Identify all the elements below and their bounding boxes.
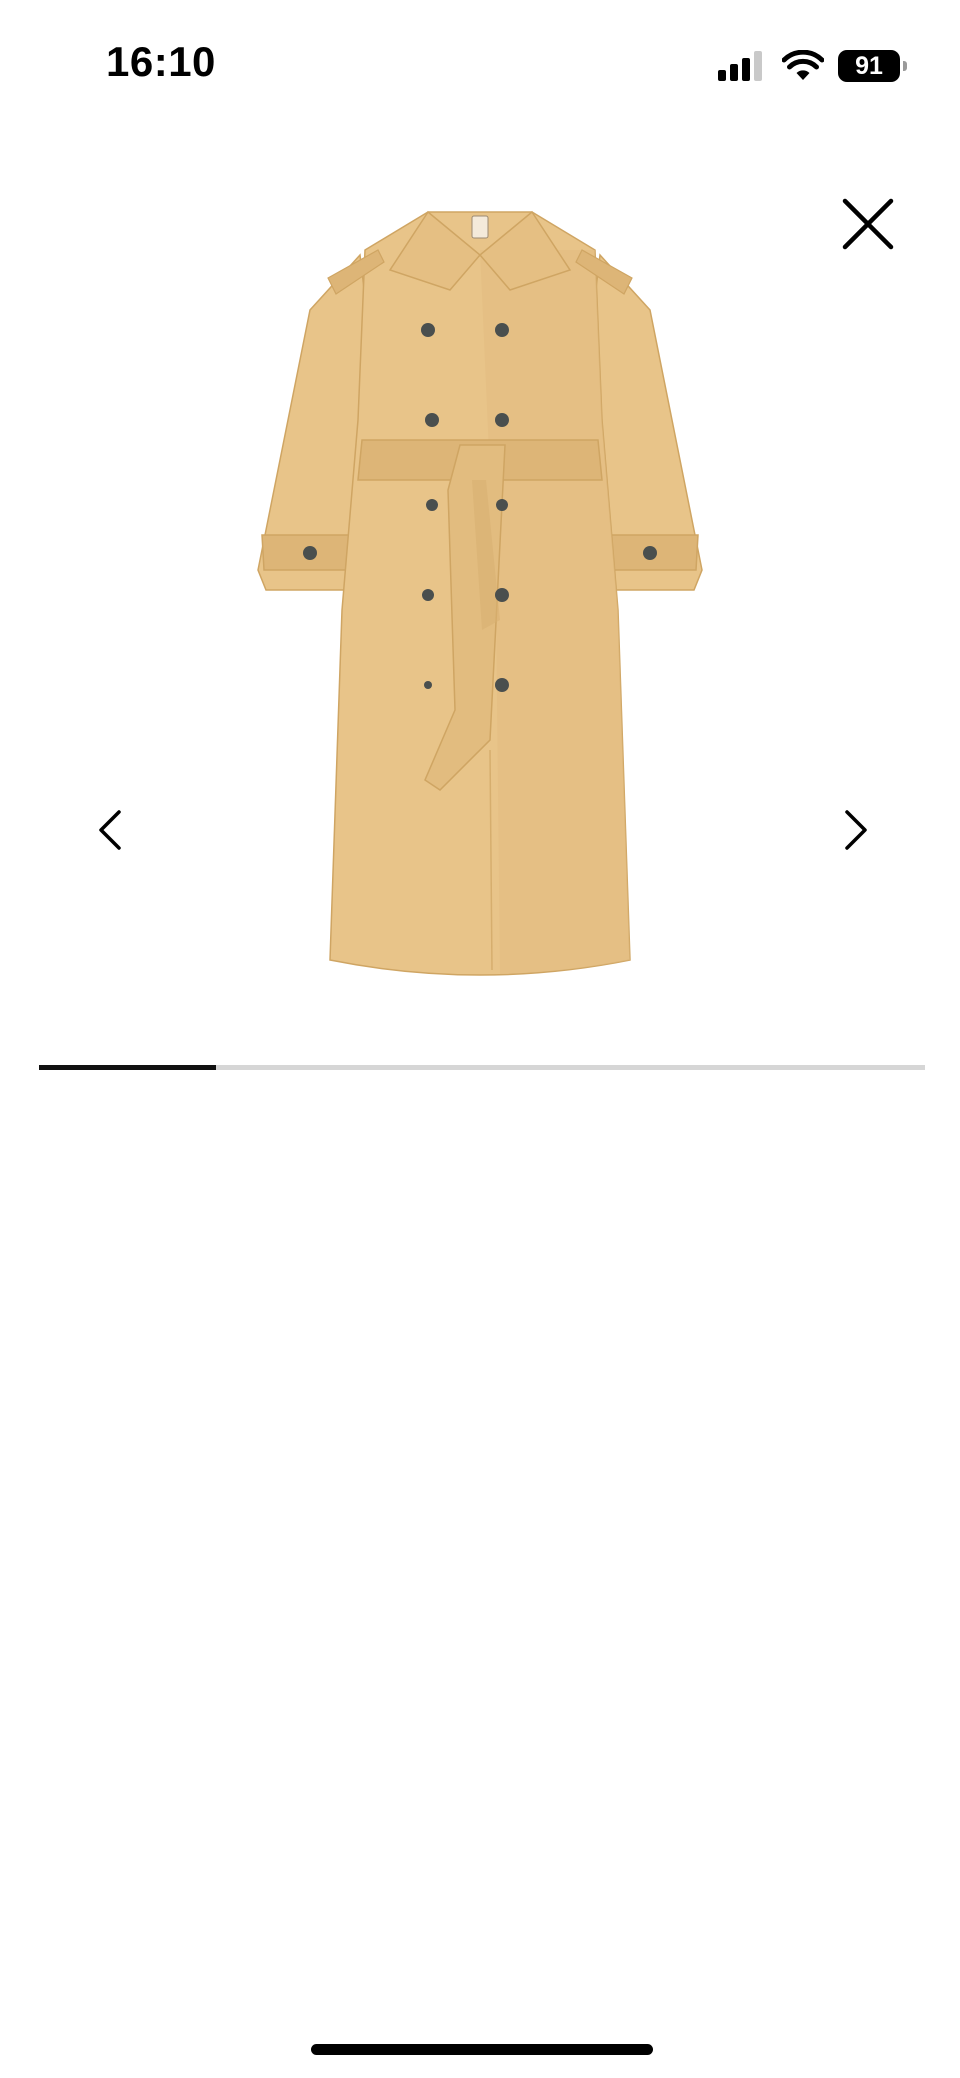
previous-image-button[interactable] [80, 790, 140, 870]
chevron-left-icon [99, 810, 121, 850]
battery-icon: 91 [838, 50, 907, 82]
next-image-button[interactable] [826, 790, 886, 870]
status-bar: 16:10 91 [0, 0, 960, 130]
status-icons: 91 [718, 46, 907, 86]
status-time: 16:10 [106, 38, 216, 85]
wifi-icon [782, 50, 824, 80]
home-indicator[interactable] [311, 2044, 653, 2055]
gallery-progress-fill [39, 1065, 217, 1070]
signal-icon [718, 51, 766, 81]
product-image [257, 210, 703, 976]
image-gallery[interactable] [0, 180, 960, 1020]
chevron-right-icon [845, 810, 867, 850]
gallery-progress-track [39, 1065, 925, 1070]
battery-level: 91 [855, 51, 883, 80]
